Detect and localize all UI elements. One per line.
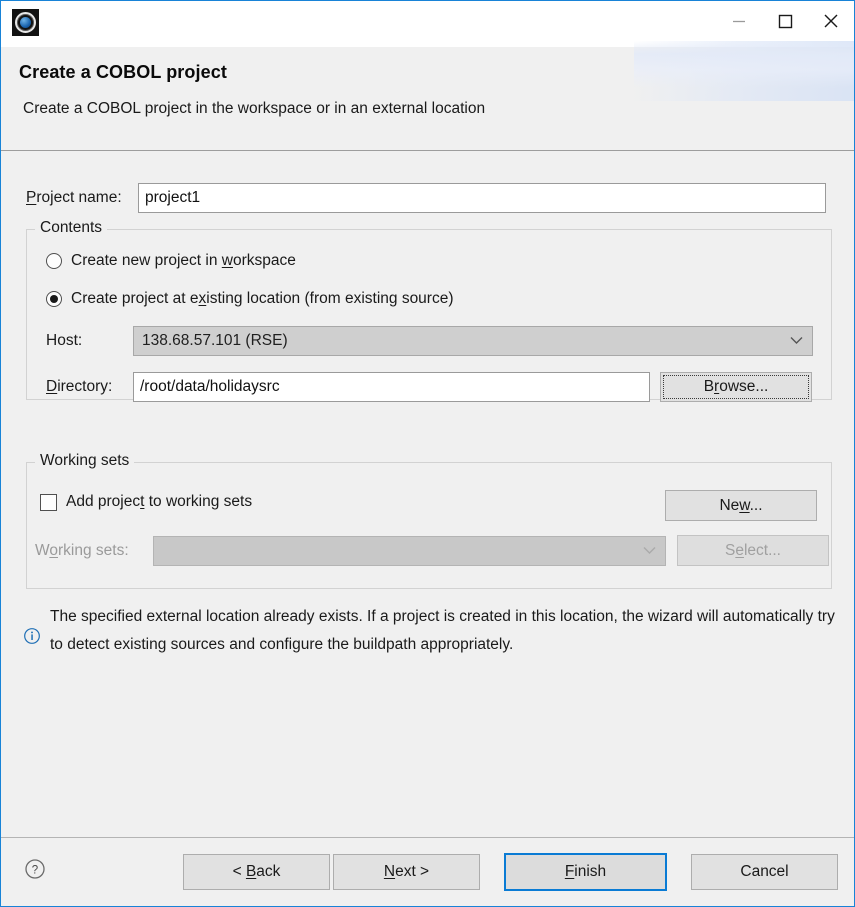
maximize-icon[interactable] xyxy=(762,1,808,41)
dialog-footer: ? < Back Next > Finish Cancel xyxy=(1,837,854,906)
cobol-app-icon xyxy=(12,9,39,36)
host-row: Host: 138.68.57.101 (RSE) xyxy=(46,326,813,356)
chevron-down-icon-working-sets xyxy=(643,542,656,560)
project-name-label: Project name: xyxy=(26,189,122,206)
directory-input[interactable]: /root/data/holidaysrc xyxy=(133,372,650,402)
working-sets-group: Working sets Add project to working sets… xyxy=(26,452,832,589)
contents-group-title: Contents xyxy=(35,219,108,237)
new-working-set-button[interactable]: New... xyxy=(665,490,817,521)
window-controls xyxy=(716,1,854,41)
wizard-body: Project name: project1 Contents Create n… xyxy=(1,152,854,837)
host-label: Host: xyxy=(46,332,83,349)
svg-text:?: ? xyxy=(32,865,38,877)
radio-indicator-workspace[interactable] xyxy=(46,253,62,269)
footer-button-bar: < Back Next > Finish Cancel xyxy=(183,853,838,891)
radio-create-in-workspace[interactable]: Create new project in workspace xyxy=(46,252,296,270)
project-name-input[interactable]: project1 xyxy=(138,183,826,213)
help-circle-icon[interactable]: ? xyxy=(24,858,46,880)
browse-button[interactable]: Browse... xyxy=(660,372,812,402)
page-title: Create a COBOL project xyxy=(19,62,227,82)
title-bar xyxy=(1,1,854,101)
radio-label-existing: Create project at existing location (fro… xyxy=(71,290,454,307)
radio-label-workspace: Create new project in workspace xyxy=(71,252,296,269)
info-message-text: The specified external location already … xyxy=(50,608,835,653)
host-combobox[interactable]: 138.68.57.101 (RSE) xyxy=(133,326,813,356)
project-name-row: Project name: project1 xyxy=(26,183,826,213)
chevron-down-icon xyxy=(790,332,803,350)
host-combobox-value: 138.68.57.101 (RSE) xyxy=(142,332,288,349)
next-button[interactable]: Next > xyxy=(333,854,480,890)
minimize-icon[interactable] xyxy=(716,1,762,41)
checkbox-indicator-add-working-sets[interactable] xyxy=(40,493,57,511)
finish-button[interactable]: Finish xyxy=(504,853,667,891)
checkbox-label-add-working-sets: Add project to working sets xyxy=(66,493,253,510)
working-sets-group-title: Working sets xyxy=(35,452,135,470)
directory-row: Directory: /root/data/holidaysrc Browse.… xyxy=(46,372,812,402)
cancel-button[interactable]: Cancel xyxy=(691,854,838,890)
contents-group: Contents Create new project in workspace… xyxy=(26,219,832,402)
working-sets-selection-row: Working sets: Select... xyxy=(35,535,829,566)
create-cobol-project-dialog: Create a COBOL project Create a COBOL pr… xyxy=(0,0,855,907)
directory-label: Directory: xyxy=(46,378,113,395)
close-icon[interactable] xyxy=(808,1,854,41)
radio-indicator-existing[interactable] xyxy=(46,291,62,307)
select-working-set-button: Select... xyxy=(677,535,829,566)
radio-create-at-existing-location[interactable]: Create project at existing location (fro… xyxy=(46,290,454,308)
back-button[interactable]: < Back xyxy=(183,854,330,890)
working-sets-combobox xyxy=(153,535,666,566)
info-circle-icon xyxy=(23,627,41,645)
add-project-to-working-sets-checkbox[interactable]: Add project to working sets xyxy=(40,493,252,511)
wizard-header: Create a COBOL project Create a COBOL pr… xyxy=(1,47,854,151)
page-description: Create a COBOL project in the workspace … xyxy=(23,100,486,117)
working-sets-label: Working sets: xyxy=(35,541,129,559)
